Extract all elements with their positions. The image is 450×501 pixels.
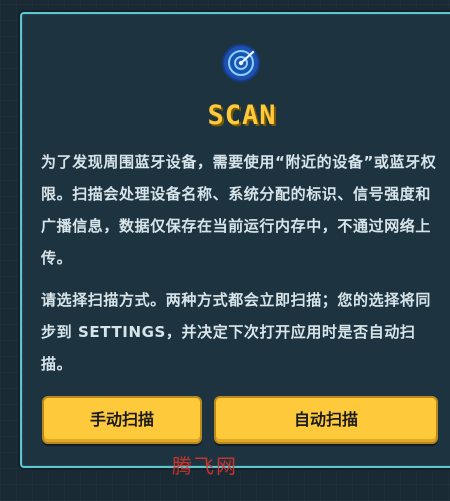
- scan-dialog: SCAN 为了发现周围蓝牙设备，需要使用“附近的设备”或蓝牙权限。扫描会处理设备…: [20, 12, 450, 478]
- scan-screen: SCAN 为了发现周围蓝牙设备，需要使用“附近的设备”或蓝牙权限。扫描会处理设备…: [0, 0, 450, 501]
- auto-scan-button[interactable]: 自动扫描: [214, 396, 438, 444]
- radar-icon: [222, 44, 260, 82]
- manual-scan-button[interactable]: 手动扫描: [42, 396, 202, 444]
- dialog-title: SCAN: [207, 100, 277, 131]
- permission-description: 为了发现周围蓝牙设备，需要使用“附近的设备”或蓝牙权限。扫描会处理设备名称、系统…: [41, 153, 437, 267]
- watermark: 腾飞网: [172, 454, 238, 478]
- scan-mode-description: 请选择扫描方式。两种方式都会立即扫描；您的选择将同步到 SETTINGS，并决定…: [41, 291, 432, 373]
